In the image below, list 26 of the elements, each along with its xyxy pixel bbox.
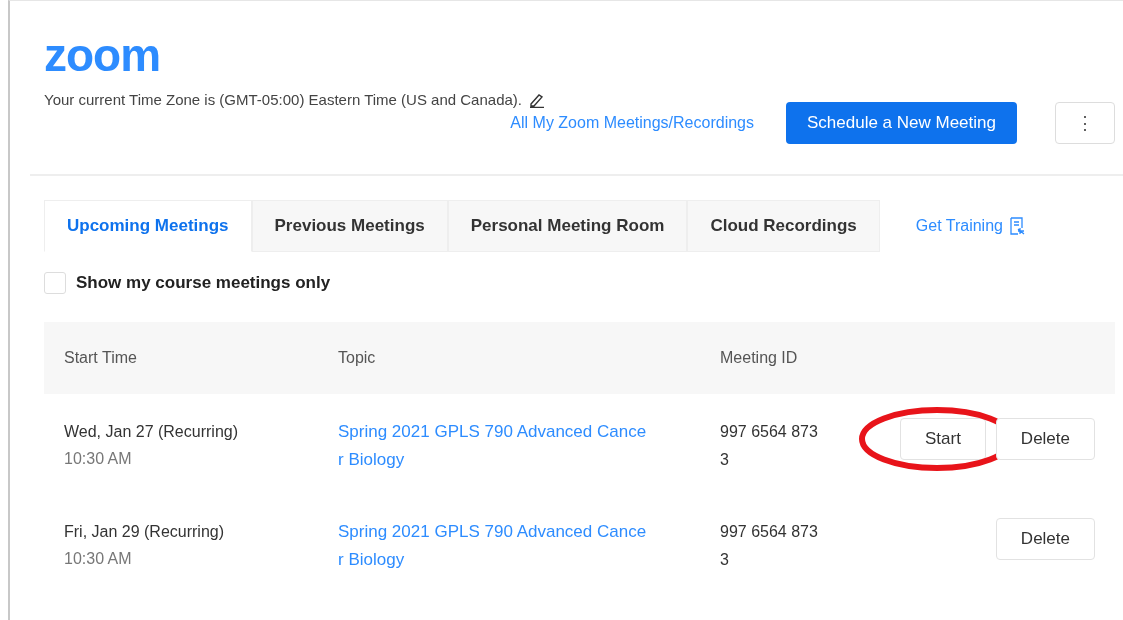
- column-header: Start Time: [63, 349, 138, 367]
- filter-label: Show my course meetings only: [76, 273, 331, 293]
- row-button[interactable]: Delete: [995, 518, 1095, 560]
- checkbox[interactable]: [44, 272, 66, 294]
- tab[interactable]: Previous Meetings: [251, 200, 448, 252]
- meeting-date: Fri, Jan 29 (Recurring): [64, 522, 226, 542]
- zoom-logo: zoom: [44, 33, 161, 77]
- document-icon[interactable]: [1008, 217, 1025, 235]
- schedule-button[interactable]: Schedule a New Meeting: [786, 102, 1017, 144]
- meeting-id: 997 6564 873 3: [720, 423, 818, 468]
- row-button[interactable]: Start: [899, 418, 986, 460]
- more-button[interactable]: ⋮: [1055, 102, 1115, 144]
- timezone-text: Your current Time Zone is (GMT-05:00) Eastern Time (US and Canada).: [44, 91, 522, 108]
- topic-link[interactable]: Spring 2021 GPLS 790 Advanced Cance r Biology: [338, 518, 647, 574]
- row-button[interactable]: Delete: [995, 418, 1095, 460]
- meeting-time: 10:30 AM: [64, 449, 133, 469]
- column-header: Meeting ID: [719, 349, 799, 367]
- meeting-date: Wed, Jan 27 (Recurring): [64, 422, 239, 442]
- meeting-id: 997 6564 873 3: [720, 523, 818, 568]
- topic-link[interactable]: Spring 2021 GPLS 790 Advanced Cance r Biology: [338, 418, 647, 474]
- column-header: Topic: [337, 349, 377, 367]
- meeting-time: 10:30 AM: [64, 549, 133, 569]
- edit-icon[interactable]: [528, 91, 546, 108]
- tab[interactable]: Personal Meeting Room: [447, 200, 688, 252]
- tab[interactable]: Upcoming Meetings: [44, 200, 252, 252]
- tab[interactable]: Cloud Recordings: [687, 200, 880, 252]
